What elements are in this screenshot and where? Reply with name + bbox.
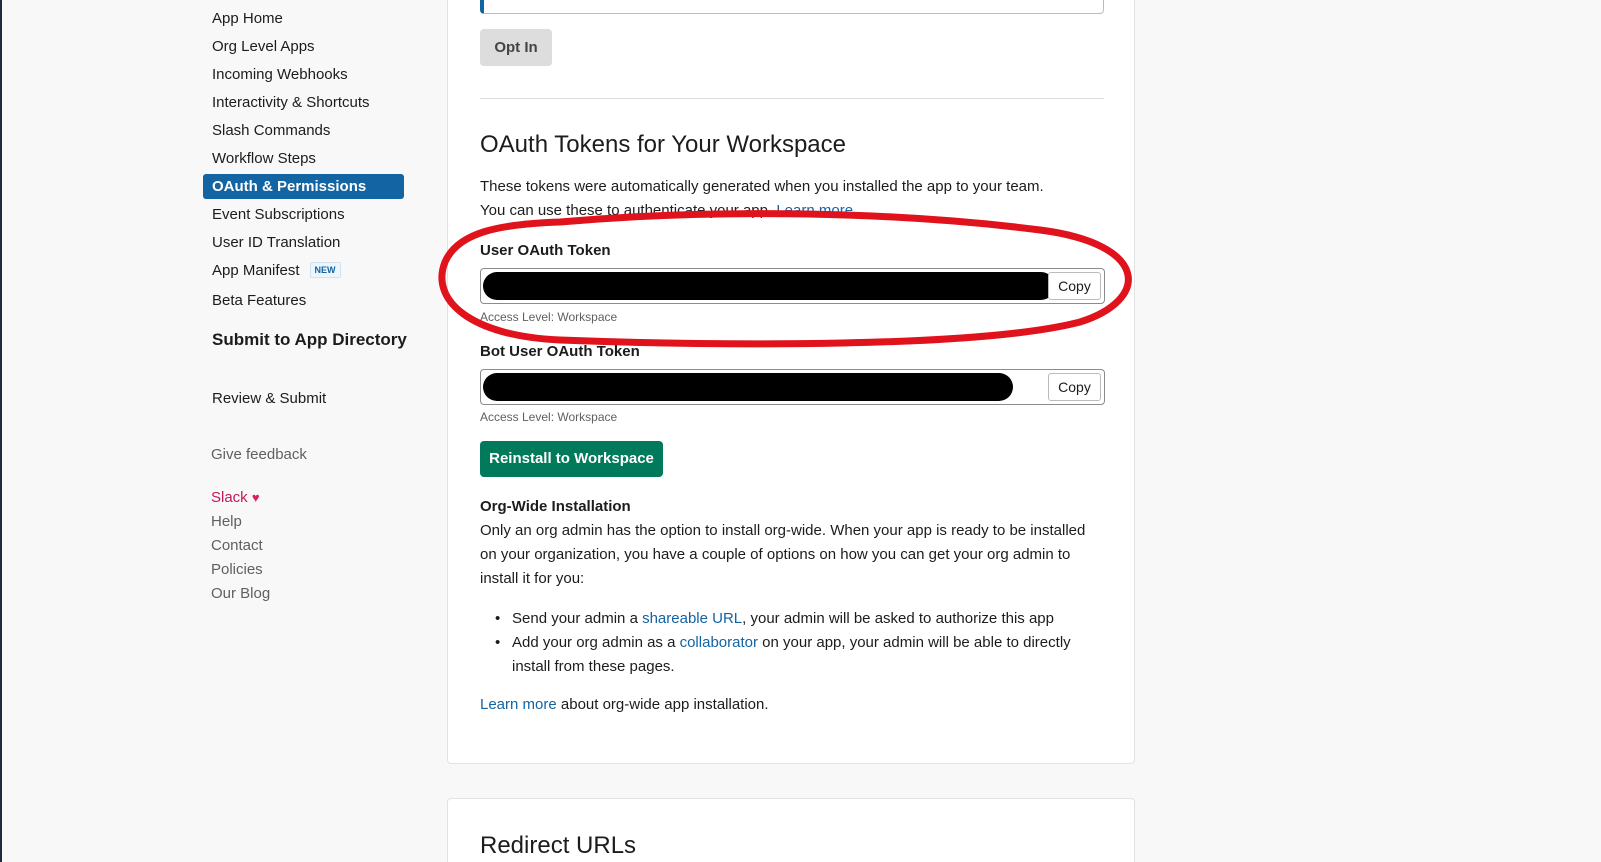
sidebar-item-slash-commands[interactable]: Slash Commands	[203, 118, 404, 143]
reinstall-button[interactable]: Reinstall to Workspace	[480, 441, 663, 477]
bot-token-access-level: Access Level: Workspace	[480, 410, 618, 424]
give-feedback-link[interactable]: Give feedback	[211, 444, 307, 466]
org-wide-title: Org-Wide Installation	[480, 498, 631, 515]
slack-link[interactable]: Slack ♥	[211, 487, 260, 509]
sidebar-item-review-submit[interactable]: Review & Submit	[203, 386, 404, 411]
sidebar-item-app-manifest[interactable]: App Manifest NEW	[203, 258, 404, 283]
our-blog-link[interactable]: Our Blog	[211, 583, 270, 605]
org-wide-learn-more-link[interactable]: Learn more	[480, 696, 557, 713]
submit-heading: Submit to App Directory	[212, 330, 407, 349]
oauth-title: OAuth Tokens for Your Workspace	[480, 131, 846, 158]
policies-link[interactable]: Policies	[211, 559, 263, 581]
sidebar-item-interactivity[interactable]: Interactivity & Shortcuts	[203, 90, 404, 115]
section-divider	[480, 98, 1104, 99]
sidebar-item-workflow-steps[interactable]: Workflow Steps	[203, 146, 404, 171]
sidebar-nav: App Home Org Level Apps Incoming Webhook…	[0, 0, 420, 862]
copy-user-token-button[interactable]: Copy	[1048, 272, 1101, 300]
learn-more-text: about org-wide app installation.	[556, 696, 769, 713]
sidebar-item-beta-features[interactable]: Beta Features	[203, 288, 404, 313]
sidebar-item-incoming-webhooks[interactable]: Incoming Webhooks	[203, 62, 404, 87]
help-link[interactable]: Help	[211, 511, 242, 533]
bullet-text: Send your admin a	[512, 610, 643, 627]
user-token-label: User OAuth Token	[480, 242, 611, 259]
org-wide-learn-more: Learn more about org-wide app installati…	[480, 693, 1110, 717]
copy-bot-token-button[interactable]: Copy	[1048, 373, 1101, 401]
sidebar-item-oauth-permissions[interactable]: OAuth & Permissions	[203, 174, 404, 199]
sidebar-item-user-id-translation[interactable]: User ID Translation	[203, 230, 404, 255]
slack-label: Slack	[211, 489, 248, 506]
bot-token-field[interactable]: Copy	[480, 369, 1105, 405]
bullet-text: Add your org admin as a	[512, 634, 680, 651]
intro-text-2: You can use these to authenticate your a…	[480, 202, 773, 219]
sidebar-item-label: App Manifest	[212, 262, 300, 279]
bot-token-label: Bot User OAuth Token	[480, 343, 640, 360]
redaction-mark	[483, 373, 1013, 401]
redirect-urls-title: Redirect URLs	[480, 832, 637, 859]
top-input-field[interactable]	[480, 0, 1104, 14]
sidebar-item-org-level-apps[interactable]: Org Level Apps	[203, 34, 404, 59]
intro-text: These tokens were automatically generate…	[480, 178, 1044, 195]
contact-link[interactable]: Contact	[211, 535, 263, 557]
org-wide-text: Only an org admin has the option to inst…	[480, 522, 1086, 587]
org-wide-options-list: Send your admin a shareable URL, your ad…	[480, 607, 1110, 679]
shareable-url-link[interactable]: shareable URL	[642, 610, 742, 627]
list-item: Send your admin a shareable URL, your ad…	[480, 607, 1110, 631]
bullet-text: , your admin will be asked to authorize …	[742, 610, 1054, 627]
sidebar-item-app-home[interactable]: App Home	[203, 6, 404, 31]
new-badge: NEW	[309, 262, 341, 278]
oauth-intro: These tokens were automatically generate…	[480, 175, 1110, 223]
user-token-access-level: Access Level: Workspace	[480, 310, 618, 324]
redaction-mark	[483, 272, 1055, 300]
user-token-field[interactable]: Copy	[480, 268, 1105, 304]
opt-in-button[interactable]: Opt In	[480, 29, 552, 66]
intro-learn-more-link[interactable]: Learn more	[776, 202, 853, 219]
heart-icon: ♥	[251, 490, 260, 505]
list-item: Add your org admin as a collaborator on …	[480, 631, 1110, 679]
sidebar-item-event-subscriptions[interactable]: Event Subscriptions	[203, 202, 404, 227]
collaborator-link[interactable]: collaborator	[680, 634, 758, 651]
